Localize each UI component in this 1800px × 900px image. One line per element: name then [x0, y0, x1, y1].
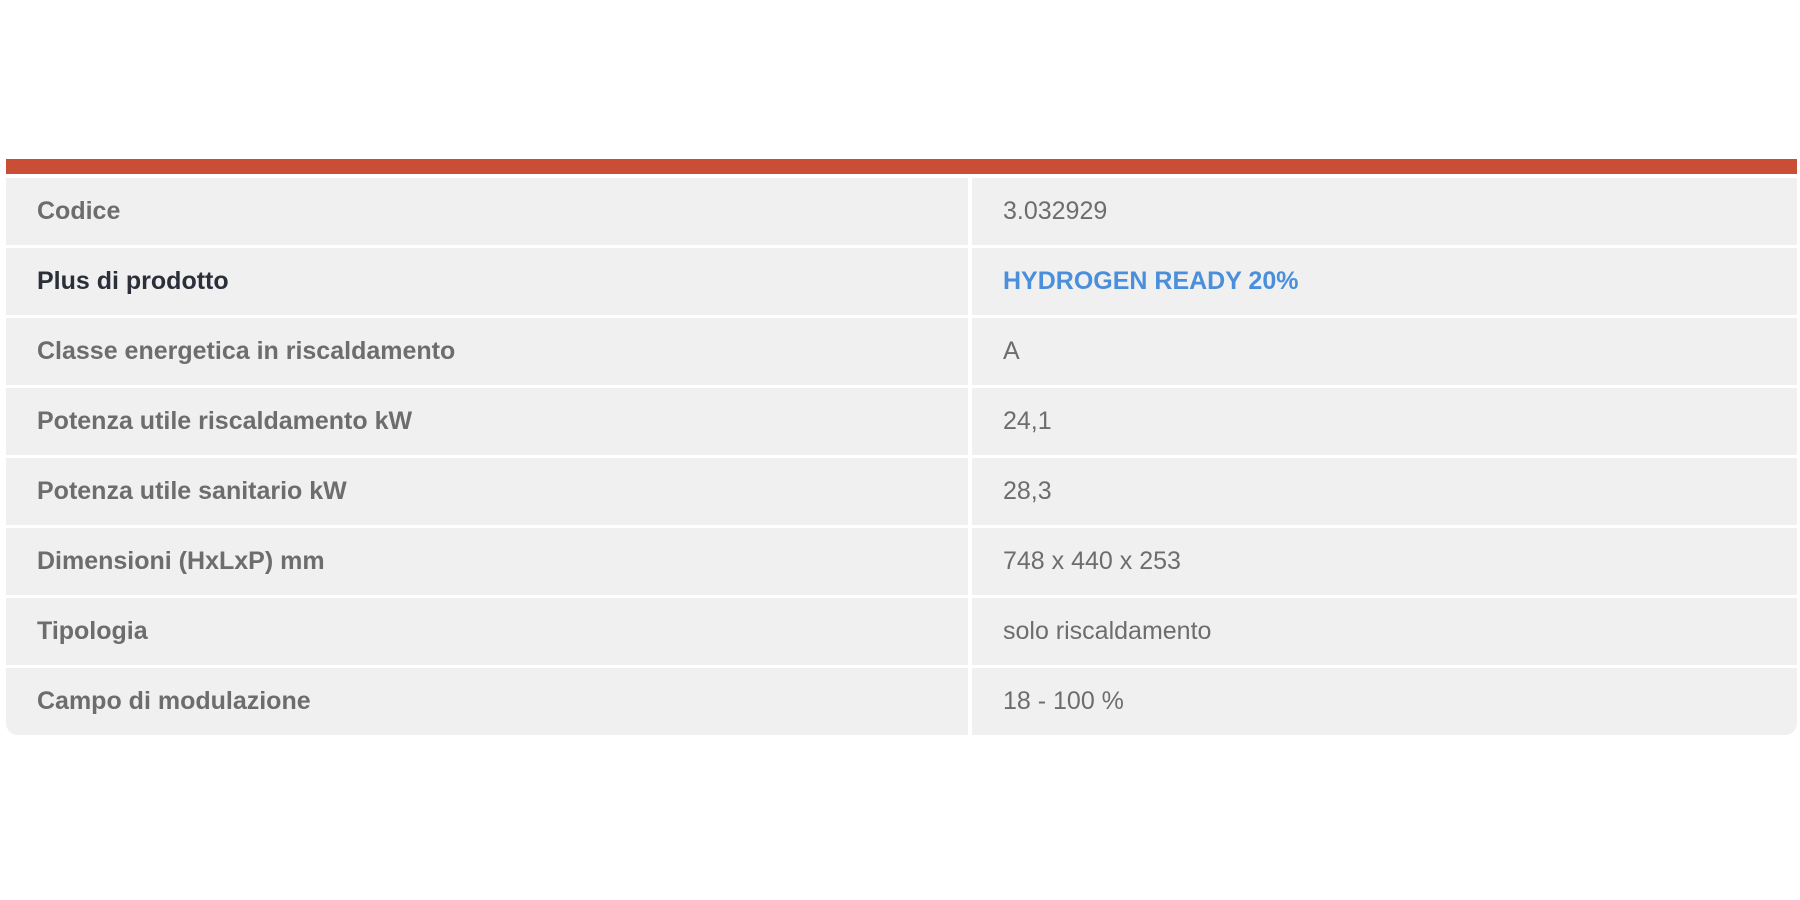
product-spec-table: Codice 3.032929 Plus di prodotto HYDROGE…: [6, 159, 1797, 735]
table-accent-bar: [6, 159, 1797, 174]
spec-row-potenza-riscaldamento: Potenza utile riscaldamento kW 24,1: [6, 388, 1797, 458]
spec-value: 18 - 100 %: [1003, 687, 1124, 715]
spec-value: solo riscaldamento: [1003, 617, 1212, 645]
spec-row-tipologia: Tipologia solo riscaldamento: [6, 598, 1797, 668]
spec-row-potenza-sanitario: Potenza utile sanitario kW 28,3: [6, 458, 1797, 528]
spec-label: Campo di modulazione: [6, 668, 972, 735]
spec-label: Potenza utile riscaldamento kW: [6, 388, 972, 455]
spec-row-plus-prodotto: Plus di prodotto HYDROGEN READY 20%: [6, 248, 1797, 318]
spec-row-codice: Codice 3.032929: [6, 178, 1797, 248]
spec-label: Plus di prodotto: [6, 248, 972, 315]
spec-row-classe-energetica: Classe energetica in riscaldamento A: [6, 318, 1797, 388]
spec-value: A: [1003, 337, 1020, 365]
spec-row-dimensioni: Dimensioni (HxLxP) mm 748 x 440 x 253: [6, 528, 1797, 598]
spec-label: Potenza utile sanitario kW: [6, 458, 972, 525]
spec-label: Tipologia: [6, 598, 972, 665]
spec-label: Codice: [6, 178, 972, 245]
spec-value-highlight: HYDROGEN READY 20%: [1003, 267, 1299, 295]
spec-row-campo-modulazione: Campo di modulazione 18 - 100 %: [6, 668, 1797, 735]
spec-label: Classe energetica in riscaldamento: [6, 318, 972, 385]
spec-value: 28,3: [1003, 477, 1052, 505]
spec-value: 3.032929: [1003, 197, 1108, 225]
spec-label: Dimensioni (HxLxP) mm: [6, 528, 972, 595]
spec-value: 24,1: [1003, 407, 1052, 435]
spec-value: 748 x 440 x 253: [1003, 547, 1181, 575]
